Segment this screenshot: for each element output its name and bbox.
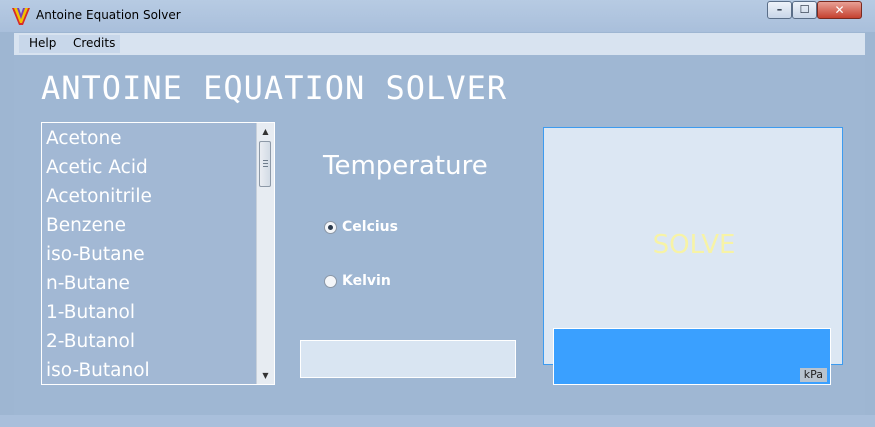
list-item[interactable]: iso-Butanol — [46, 360, 150, 381]
thumb-grip — [263, 163, 268, 164]
list-scrollbar[interactable]: ▲ ▼ — [256, 123, 274, 384]
minimize-button[interactable]: – — [767, 1, 792, 19]
minimize-icon: – — [776, 3, 783, 16]
close-button[interactable]: ✕ — [817, 1, 862, 19]
app-logo-icon — [12, 8, 30, 25]
list-item[interactable]: Benzene — [46, 215, 126, 236]
celcius-label[interactable]: Celcius — [342, 219, 398, 235]
scroll-thumb[interactable] — [259, 141, 271, 187]
compound-listbox[interactable]: Acetone Acetic Acid Acetonitrile Benzene… — [41, 122, 275, 385]
maximize-button[interactable]: ☐ — [792, 1, 817, 19]
scroll-up-icon[interactable]: ▲ — [257, 123, 274, 140]
menu-help[interactable]: Help — [29, 36, 56, 50]
solve-label: SOLVE — [652, 230, 736, 260]
list-item[interactable]: iso-Butane — [46, 244, 145, 265]
temperature-input[interactable] — [300, 340, 516, 378]
temperature-label: Temperature — [323, 151, 488, 181]
window-bottom-border — [0, 415, 875, 427]
title-bar: Antoine Equation Solver – ☐ ✕ — [0, 0, 875, 32]
menu-credits[interactable]: Credits — [73, 36, 115, 50]
window-title: Antoine Equation Solver — [36, 8, 181, 22]
thumb-grip — [263, 160, 268, 161]
app-client-area: Help Credits ANTOINE EQUATION SOLVER Ace… — [14, 33, 865, 415]
page-title: ANTOINE EQUATION SOLVER — [41, 69, 508, 107]
close-icon: ✕ — [834, 3, 845, 17]
list-item[interactable]: 1-Butanol — [46, 302, 135, 323]
unit-label: kPa — [799, 368, 827, 382]
list-item[interactable]: Acetonitrile — [46, 186, 152, 207]
list-item[interactable]: Acetic Acid — [46, 157, 148, 178]
menu-bar: Help Credits — [14, 33, 865, 55]
kelvin-label[interactable]: Kelvin — [342, 273, 391, 289]
kelvin-radio[interactable] — [324, 275, 337, 288]
celcius-radio[interactable] — [324, 221, 337, 234]
maximize-icon: ☐ — [799, 3, 810, 16]
list-item[interactable]: n-Butane — [46, 273, 130, 294]
list-item[interactable]: Acetone — [46, 128, 122, 149]
result-panel: kPa — [553, 328, 831, 385]
list-item[interactable]: 2-Butanol — [46, 331, 135, 352]
thumb-grip — [263, 166, 268, 167]
scroll-down-icon[interactable]: ▼ — [257, 367, 274, 384]
